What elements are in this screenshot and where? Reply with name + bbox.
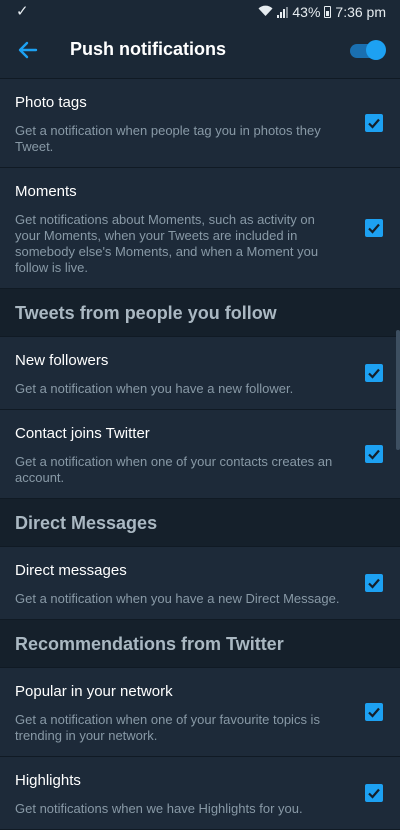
battery-icon — [324, 6, 332, 18]
item-description: Get a notification when one of your cont… — [15, 454, 333, 485]
item-title: Highlights — [15, 772, 81, 789]
item-title: New followers — [15, 352, 109, 369]
back-arrow-icon[interactable] — [14, 36, 42, 64]
item-description: Get notifications when we have Highlight… — [15, 801, 303, 816]
item-description: Get a notification when you have a new f… — [15, 381, 294, 396]
checkbox-checked-icon[interactable] — [365, 703, 383, 721]
item-title: Photo tags — [15, 94, 87, 111]
checkbox-checked-icon[interactable] — [365, 219, 383, 237]
list-item-highlights[interactable]: Highlights Get notifications when we hav… — [0, 757, 400, 830]
list-item-moments[interactable]: Moments Get notifications about Moments,… — [0, 168, 400, 289]
checkbox-checked-icon[interactable] — [365, 784, 383, 802]
section-header-dm: Direct Messages — [0, 499, 400, 547]
list-item-new-followers[interactable]: New followers Get a notification when yo… — [0, 337, 400, 410]
list-item-popular-network[interactable]: Popular in your network Get a notificati… — [0, 668, 400, 757]
list-item-direct-messages[interactable]: Direct messages Get a notification when … — [0, 547, 400, 620]
scrollbar[interactable] — [396, 330, 400, 450]
checkbox-checked-icon[interactable] — [365, 364, 383, 382]
item-description: Get a notification when you have a new D… — [15, 591, 340, 606]
item-title: Contact joins Twitter — [15, 425, 150, 442]
signal-icon — [277, 6, 289, 18]
app-bar: Push notifications — [0, 24, 400, 79]
clock: 7:36 pm — [335, 4, 386, 20]
push-notifications-toggle[interactable] — [350, 40, 386, 62]
checkbox-checked-icon[interactable] — [365, 445, 383, 463]
item-title: Direct messages — [15, 562, 127, 579]
item-description: Get notifications about Moments, such as… — [15, 212, 319, 275]
item-title: Moments — [15, 183, 77, 200]
item-description: Get a notification when people tag you i… — [15, 123, 321, 154]
status-right: 43% 7:36 pm — [258, 4, 386, 20]
item-title: Popular in your network — [15, 683, 173, 700]
wifi-icon — [258, 4, 273, 20]
list-item-contact-joins[interactable]: Contact joins Twitter Get a notification… — [0, 410, 400, 499]
list-item-photo-tags[interactable]: Photo tags Get a notification when peopl… — [0, 79, 400, 168]
checkbox-checked-icon[interactable] — [365, 574, 383, 592]
section-header-follow: Tweets from people you follow — [0, 289, 400, 337]
battery-percent: 43% — [292, 4, 321, 20]
status-bar: ✓ 43% 7:36 pm — [0, 0, 400, 24]
settings-list: Photo tags Get a notification when peopl… — [0, 79, 400, 830]
page-title: Push notifications — [70, 39, 227, 59]
checkbox-checked-icon[interactable] — [365, 114, 383, 132]
item-description: Get a notification when one of your favo… — [15, 712, 320, 743]
check-icon: ✓ — [16, 3, 29, 20]
section-header-recommendations: Recommendations from Twitter — [0, 620, 400, 668]
